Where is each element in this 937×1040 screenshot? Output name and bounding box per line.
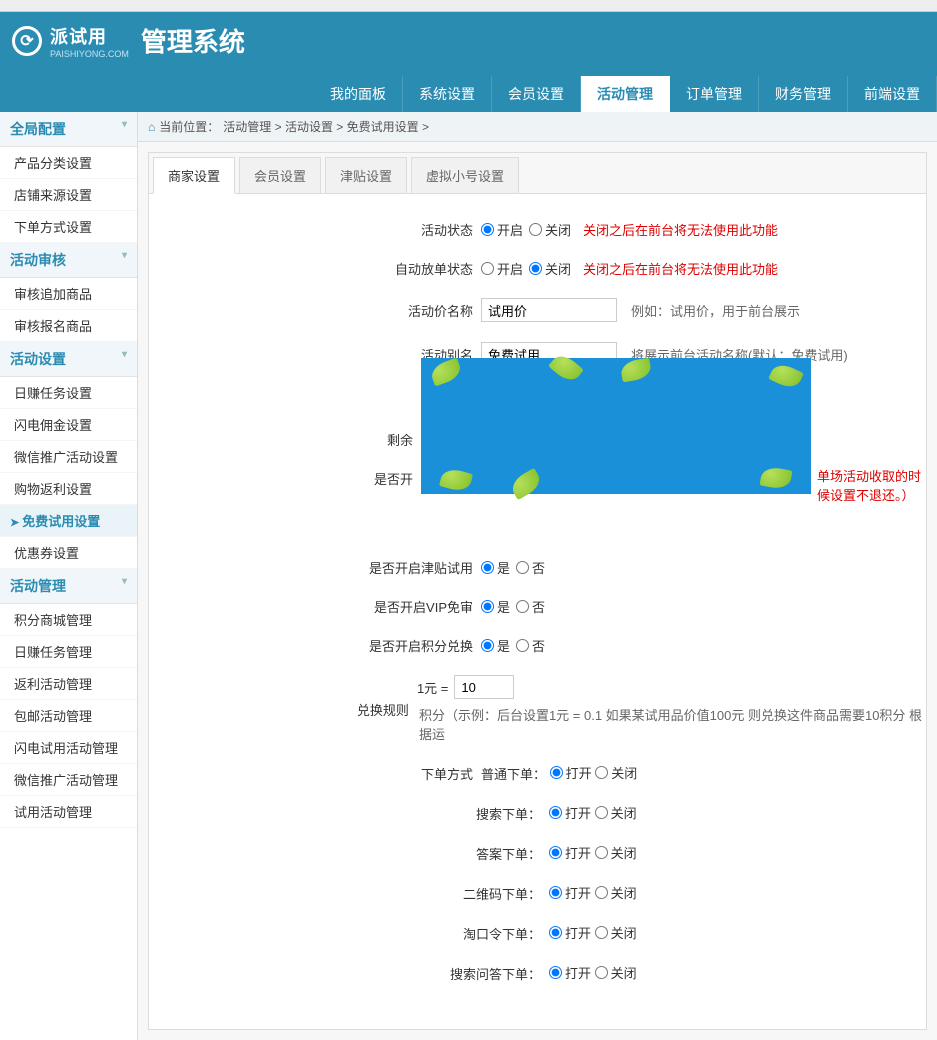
exchange-prefix: 1元 = (417, 678, 448, 697)
side-item-0-2[interactable]: 下单方式设置 (0, 211, 137, 243)
label-auto-release: 自动放单状态 (149, 259, 481, 278)
side-head-2[interactable]: 活动设置 (0, 342, 137, 377)
side-item-1-0[interactable]: 审核追加商品 (0, 278, 137, 310)
side-item-3-1[interactable]: 日赚任务管理 (0, 636, 137, 668)
nav-item-0[interactable]: 我的面板 (314, 76, 403, 112)
label-order-mode: 下单方式 (149, 764, 481, 783)
logo-main: 派试用 (50, 23, 129, 49)
side-item-2-4[interactable]: 免费试用设置 (0, 505, 137, 537)
browser-topbar (0, 0, 937, 12)
label-vip: 是否开启VIP免审 (149, 597, 481, 616)
side-head-3[interactable]: 活动管理 (0, 569, 137, 604)
radio-vip-yes[interactable]: 是 (481, 597, 510, 616)
overlay-banner (421, 358, 811, 494)
side-item-3-0[interactable]: 积分商城管理 (0, 604, 137, 636)
side-item-1-1[interactable]: 审核报名商品 (0, 310, 137, 342)
mode-label-5: 搜索问答下单： (149, 964, 549, 983)
sidebar: 全局配置产品分类设置店铺来源设置下单方式设置活动审核审核追加商品审核报名商品活动… (0, 112, 138, 1040)
breadcrumb-label: 当前位置： (159, 118, 219, 135)
radio-points-no[interactable]: 否 (516, 636, 545, 655)
mode-2-open[interactable]: 打开 (549, 843, 591, 862)
nav-item-1[interactable]: 系统设置 (403, 76, 492, 112)
tabs: 商家设置会员设置津贴设置虚拟小号设置 (149, 153, 926, 194)
nav-item-3[interactable]: 活动管理 (581, 76, 670, 112)
header: ⟳ 派试用 PAISHIYONG.COM 管理系统 我的面板系统设置会员设置活动… (0, 12, 937, 112)
top-nav: 我的面板系统设置会员设置活动管理订单管理财务管理前端设置 (314, 76, 937, 112)
mode-1-close[interactable]: 关闭 (595, 803, 637, 822)
side-item-3-4[interactable]: 闪电试用活动管理 (0, 732, 137, 764)
label-isopen: 是否开 (149, 469, 421, 488)
logo-area: ⟳ 派试用 PAISHIYONG.COM 管理系统 (0, 12, 937, 69)
side-item-3-5[interactable]: 微信推广活动管理 (0, 764, 137, 796)
mode-label-2: 答案下单： (149, 844, 549, 863)
system-title: 管理系统 (141, 22, 245, 59)
warn-activity: 关闭之后在前台将无法使用此功能 (583, 220, 778, 239)
nav-item-2[interactable]: 会员设置 (492, 76, 581, 112)
label-remain: 剩余 (149, 430, 421, 449)
label-activity-status: 活动状态 (149, 220, 481, 239)
radio-allowance-no[interactable]: 否 (516, 558, 545, 577)
side-item-2-3[interactable]: 购物返利设置 (0, 473, 137, 505)
mode-4-close[interactable]: 关闭 (595, 923, 637, 942)
tab-1[interactable]: 会员设置 (239, 157, 321, 193)
tab-2[interactable]: 津贴设置 (325, 157, 407, 193)
radio-points-yes[interactable]: 是 (481, 636, 510, 655)
hint-price-name: 例如：试用价，用于前台展示 (631, 301, 800, 320)
tab-0[interactable]: 商家设置 (153, 157, 235, 194)
side-item-2-2[interactable]: 微信推广活动设置 (0, 441, 137, 473)
input-exchange[interactable] (454, 675, 514, 699)
side-item-2-0[interactable]: 日赚任务设置 (0, 377, 137, 409)
breadcrumb: ⌂ 当前位置： 活动管理 > 活动设置 > 免费试用设置 > (138, 112, 937, 142)
label-points: 是否开启积分兑换 (149, 636, 481, 655)
nav-item-6[interactable]: 前端设置 (848, 76, 937, 112)
input-price-name[interactable] (481, 298, 617, 322)
logo-icon: ⟳ (12, 26, 42, 56)
mode-0-close[interactable]: 关闭 (595, 763, 637, 782)
warn-autorelease: 关闭之后在前台将无法使用此功能 (583, 259, 778, 278)
side-item-0-1[interactable]: 店铺来源设置 (0, 179, 137, 211)
side-item-3-3[interactable]: 包邮活动管理 (0, 700, 137, 732)
radio-autorelease-open[interactable]: 开启 (481, 259, 523, 278)
label-allowance: 是否开启津贴试用 (149, 558, 481, 577)
radio-vip-no[interactable]: 否 (516, 597, 545, 616)
nav-item-5[interactable]: 财务管理 (759, 76, 848, 112)
form: 活动状态 开启 关闭 关闭之后在前台将无法使用此功能 自动放单状态 开启 关闭 … (149, 194, 926, 1009)
logo-sub: PAISHIYONG.COM (50, 49, 129, 59)
side-item-2-1[interactable]: 闪电佣金设置 (0, 409, 137, 441)
mode-label-3: 二维码下单： (149, 884, 549, 903)
tab-3[interactable]: 虚拟小号设置 (411, 157, 519, 193)
side-item-3-6[interactable]: 试用活动管理 (0, 796, 137, 828)
nav-item-4[interactable]: 订单管理 (670, 76, 759, 112)
side-item-2-5[interactable]: 优惠券设置 (0, 537, 137, 569)
mode-4-open[interactable]: 打开 (549, 923, 591, 942)
panel: 商家设置会员设置津贴设置虚拟小号设置 活动状态 开启 关闭 关闭之后在前台将无法… (148, 152, 927, 1030)
label-price-name: 活动价名称 (149, 301, 481, 320)
exchange-suffix: 积分（示例：后台设置1元 = 0.1 如果某试用品价值100元 则兑换这件商品需… (419, 705, 926, 743)
mode-label-0: 普通下单： (481, 767, 546, 782)
radio-autorelease-close[interactable]: 关闭 (529, 259, 571, 278)
mode-label-1: 搜索下单： (149, 804, 549, 823)
mode-2-close[interactable]: 关闭 (595, 843, 637, 862)
side-head-1[interactable]: 活动审核 (0, 243, 137, 278)
mode-1-open[interactable]: 打开 (549, 803, 591, 822)
mode-label-4: 淘口令下单： (149, 924, 549, 943)
side-item-3-2[interactable]: 返利活动管理 (0, 668, 137, 700)
mode-3-open[interactable]: 打开 (549, 883, 591, 902)
side-head-0[interactable]: 全局配置 (0, 112, 137, 147)
radio-activity-close[interactable]: 关闭 (529, 220, 571, 239)
breadcrumb-items: 活动管理 > 活动设置 > 免费试用设置 > (223, 118, 429, 135)
mode-5-close[interactable]: 关闭 (595, 963, 637, 982)
content: ⌂ 当前位置： 活动管理 > 活动设置 > 免费试用设置 > 商家设置会员设置津… (138, 112, 937, 1040)
radio-activity-open[interactable]: 开启 (481, 220, 523, 239)
mode-5-open[interactable]: 打开 (549, 963, 591, 982)
label-exchange: 兑换规则 (149, 700, 417, 719)
mode-3-close[interactable]: 关闭 (595, 883, 637, 902)
mode-0-open[interactable]: 打开 (550, 763, 592, 782)
side-item-0-0[interactable]: 产品分类设置 (0, 147, 137, 179)
radio-allowance-yes[interactable]: 是 (481, 558, 510, 577)
warn-remain: 单场活动收取的时候设置不退还。） (817, 466, 926, 504)
home-icon[interactable]: ⌂ (148, 120, 155, 134)
